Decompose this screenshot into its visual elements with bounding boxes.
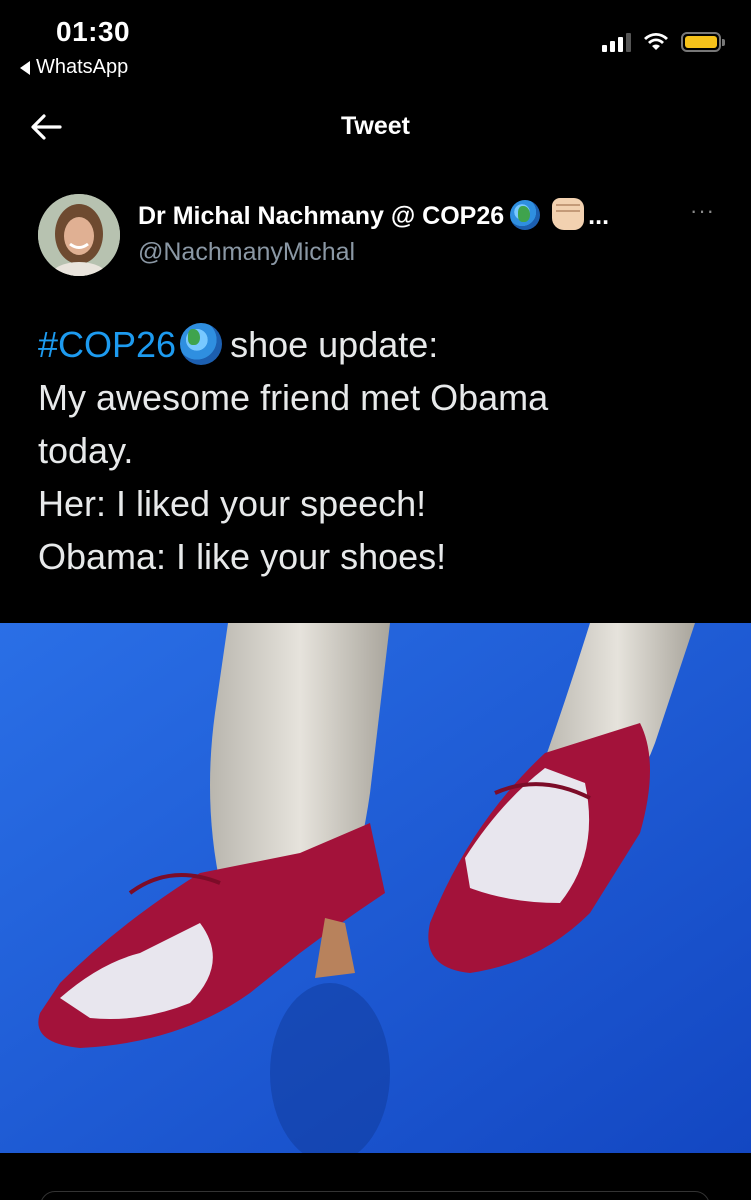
tweet-text: #COP26 shoe update: My awesome friend met… — [38, 318, 718, 583]
more-options-icon[interactable]: ··· — [690, 198, 715, 224]
status-back-label: WhatsApp — [36, 56, 129, 78]
back-triangle-icon — [20, 60, 30, 75]
reply-input[interactable] — [40, 1191, 710, 1200]
bottom-reply-bar — [0, 1153, 751, 1200]
tweet-line-2: My awesome friend met Obama — [38, 377, 549, 418]
battery-icon — [681, 32, 725, 52]
status-indicators — [602, 32, 725, 52]
globe-emoji-icon — [180, 323, 223, 365]
tweet-photo[interactable] — [0, 623, 751, 1153]
tweet-line-3: today. — [38, 430, 134, 471]
status-time: 01:30 — [56, 16, 131, 47]
author-handle[interactable]: @NachmanyMichal — [138, 238, 355, 267]
globe-emoji-icon — [510, 200, 541, 230]
raised-fist-emoji-icon — [552, 198, 585, 230]
tweet-line-1-text: shoe update: — [230, 324, 439, 365]
cellular-signal-icon — [602, 32, 631, 52]
page-title: Tweet — [341, 112, 410, 140]
author-name-text: Dr Michal Nachmany @ COP26 — [138, 202, 505, 230]
tweet-line-1: #COP26 shoe update: — [38, 318, 718, 371]
avatar[interactable] — [38, 194, 120, 276]
wifi-icon — [643, 32, 669, 52]
status-back-to-whatsapp[interactable]: WhatsApp — [20, 56, 128, 79]
tweet-line-5: Obama: I like your shoes! — [38, 536, 447, 577]
author-name[interactable]: Dr Michal Nachmany @ COP26... — [138, 198, 609, 231]
tweet-line-4: Her: I liked your speech! — [38, 483, 427, 524]
hashtag-link[interactable]: #COP26 — [38, 324, 176, 365]
name-truncation: ... — [588, 202, 610, 230]
